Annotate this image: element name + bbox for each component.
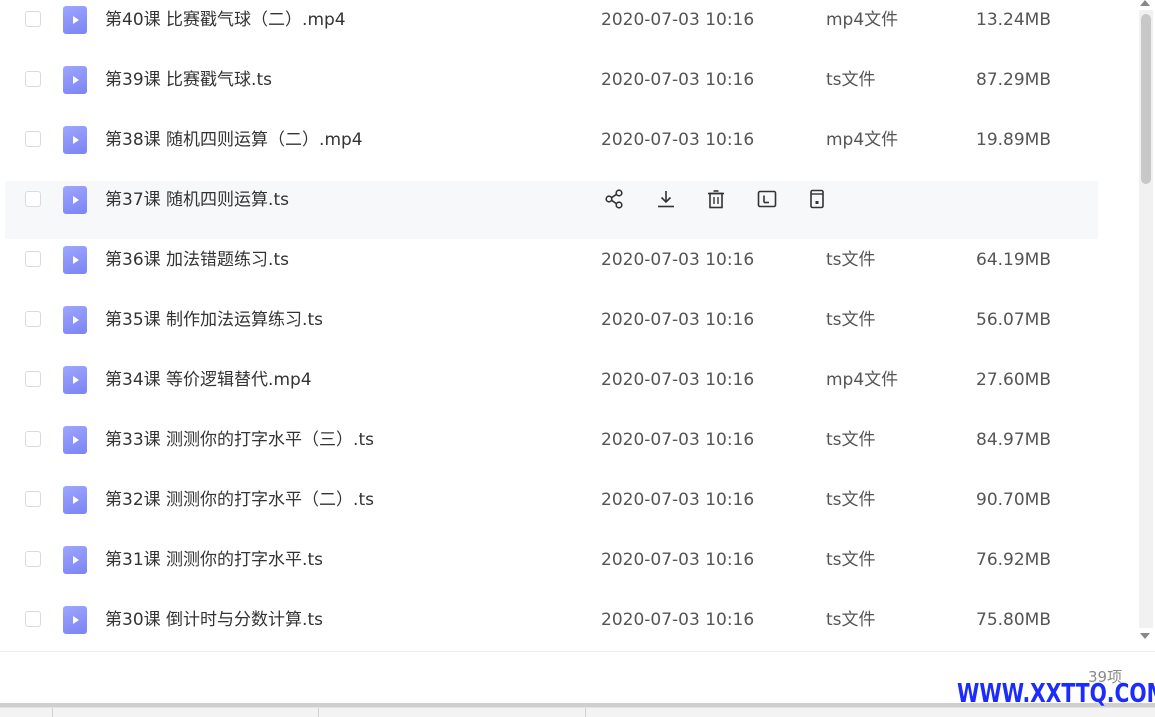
download-button[interactable] [653, 185, 679, 213]
video-file-icon [63, 366, 87, 394]
file-type: ts文件 [826, 70, 876, 90]
video-file-icon [63, 426, 87, 454]
video-file-icon [63, 486, 87, 514]
file-row[interactable]: 第36课 加法错题练习.ts 2020-07-03 10:16 ts文件 64.19M… [5, 241, 1098, 299]
video-file-icon [63, 606, 87, 634]
delete-icon [705, 188, 727, 210]
file-size: 90.70MB [976, 490, 1051, 510]
video-file-icon [63, 306, 87, 334]
file-size: 13.24MB [976, 10, 1051, 30]
file-date: 2020-07-03 10:16 [601, 490, 755, 510]
file-size: 84.97MB [976, 430, 1051, 450]
row-checkbox[interactable] [25, 431, 41, 447]
file-type: ts文件 [826, 610, 876, 630]
delete-button[interactable] [703, 185, 729, 213]
watermark-text: WWW.XXTTQ.COM [957, 679, 1155, 709]
vertical-scrollbar[interactable] [1137, 0, 1155, 650]
file-date: 2020-07-03 10:16 [601, 10, 755, 30]
file-name[interactable]: 第32课 测测你的打字水平（二）.ts [105, 489, 374, 511]
file-row[interactable]: 第37课 随机四则运算.ts [5, 181, 1098, 239]
file-date: 2020-07-03 10:16 [601, 250, 755, 270]
file-name[interactable]: 第34课 等价逻辑替代.mp4 [105, 369, 312, 391]
file-row[interactable]: 第35课 制作加法运算练习.ts 2020-07-03 10:16 ts文件 56.0… [5, 301, 1098, 359]
file-type: ts文件 [826, 490, 876, 510]
file-manager-window: 第40课 比赛戳气球（二）.mp4 2020-07-03 10:16 mp4文件 13… [0, 0, 1155, 717]
file-size: 56.07MB [976, 310, 1051, 330]
status-strip-separator [318, 708, 319, 717]
scroll-up-arrow-icon[interactable] [1140, 0, 1150, 6]
file-name[interactable]: 第33课 测测你的打字水平（三）.ts [105, 429, 374, 451]
file-date: 2020-07-03 10:16 [601, 370, 755, 390]
row-checkbox[interactable] [25, 611, 41, 627]
file-name[interactable]: 第36课 加法错题练习.ts [105, 249, 289, 271]
file-type: ts文件 [826, 550, 876, 570]
row-checkbox[interactable] [25, 71, 41, 87]
file-row[interactable]: 第32课 测测你的打字水平（二）.ts 2020-07-03 10:16 ts文件 9… [5, 481, 1098, 539]
file-type: ts文件 [826, 430, 876, 450]
file-size: 76.92MB [976, 550, 1051, 570]
file-row[interactable]: 第40课 比赛戳气球（二）.mp4 2020-07-03 10:16 mp4文件 13… [5, 1, 1098, 59]
share-button[interactable] [602, 185, 628, 213]
row-checkbox[interactable] [25, 11, 41, 27]
file-row[interactable]: 第34课 等价逻辑替代.mp4 2020-07-03 10:16 mp4文件 27.6… [5, 361, 1098, 419]
file-name[interactable]: 第30课 倒计时与分数计算.ts [105, 609, 323, 631]
file-name[interactable]: 第38课 随机四则运算（二）.mp4 [105, 129, 363, 151]
file-type: ts文件 [826, 250, 876, 270]
file-row[interactable]: 第33课 测测你的打字水平（三）.ts 2020-07-03 10:16 ts文件 8… [5, 421, 1098, 479]
file-size: 19.89MB [976, 130, 1051, 150]
file-date: 2020-07-03 10:16 [601, 310, 755, 330]
scroll-thumb[interactable] [1141, 14, 1151, 184]
status-strip-separator [52, 708, 53, 717]
file-row[interactable]: 第38课 随机四则运算（二）.mp4 2020-07-03 10:16 mp4文件 1… [5, 121, 1098, 179]
list-footer: 39项 WWW.XXTTQ.COM [0, 651, 1155, 717]
video-file-icon [63, 546, 87, 574]
video-file-icon [63, 186, 87, 214]
share-icon [604, 188, 626, 210]
video-file-icon [63, 66, 87, 94]
footer-divider [0, 651, 1155, 652]
file-list: 第40课 比赛戳气球（二）.mp4 2020-07-03 10:16 mp4文件 13… [0, 0, 1098, 650]
file-type: mp4文件 [826, 370, 899, 390]
row-checkbox[interactable] [25, 551, 41, 567]
rename-button[interactable] [754, 185, 780, 213]
video-file-icon [63, 6, 87, 34]
file-date: 2020-07-03 10:16 [601, 550, 755, 570]
file-name[interactable]: 第31课 测测你的打字水平.ts [105, 549, 323, 571]
move-button[interactable] [804, 185, 830, 213]
file-row[interactable]: 第31课 测测你的打字水平.ts 2020-07-03 10:16 ts文件 76.9… [5, 541, 1098, 599]
file-name[interactable]: 第37课 随机四则运算.ts [105, 189, 289, 211]
file-row[interactable]: 第39课 比赛戳气球.ts 2020-07-03 10:16 ts文件 87.29MB [5, 61, 1098, 119]
row-checkbox[interactable] [25, 251, 41, 267]
scroll-down-arrow-icon[interactable] [1140, 633, 1150, 639]
file-size: 87.29MB [976, 70, 1051, 90]
row-checkbox[interactable] [25, 191, 41, 207]
file-type: ts文件 [826, 310, 876, 330]
row-checkbox[interactable] [25, 311, 41, 327]
video-file-icon [63, 246, 87, 274]
file-date: 2020-07-03 10:16 [601, 610, 755, 630]
file-size: 27.60MB [976, 370, 1051, 390]
rename-icon [756, 188, 778, 210]
row-checkbox[interactable] [25, 491, 41, 507]
file-type: mp4文件 [826, 10, 899, 30]
file-date: 2020-07-03 10:16 [601, 70, 755, 90]
file-date: 2020-07-03 10:16 [601, 130, 755, 150]
row-checkbox[interactable] [25, 131, 41, 147]
file-type: mp4文件 [826, 130, 899, 150]
download-icon [655, 188, 677, 210]
status-strip-separator [585, 708, 586, 717]
move-icon [806, 188, 828, 210]
file-name[interactable]: 第40课 比赛戳气球（二）.mp4 [105, 9, 346, 31]
file-date: 2020-07-03 10:16 [601, 430, 755, 450]
file-size: 64.19MB [976, 250, 1051, 270]
file-name[interactable]: 第39课 比赛戳气球.ts [105, 69, 272, 91]
file-size: 75.80MB [976, 610, 1051, 630]
row-checkbox[interactable] [25, 371, 41, 387]
file-name[interactable]: 第35课 制作加法运算练习.ts [105, 309, 323, 331]
video-file-icon [63, 126, 87, 154]
